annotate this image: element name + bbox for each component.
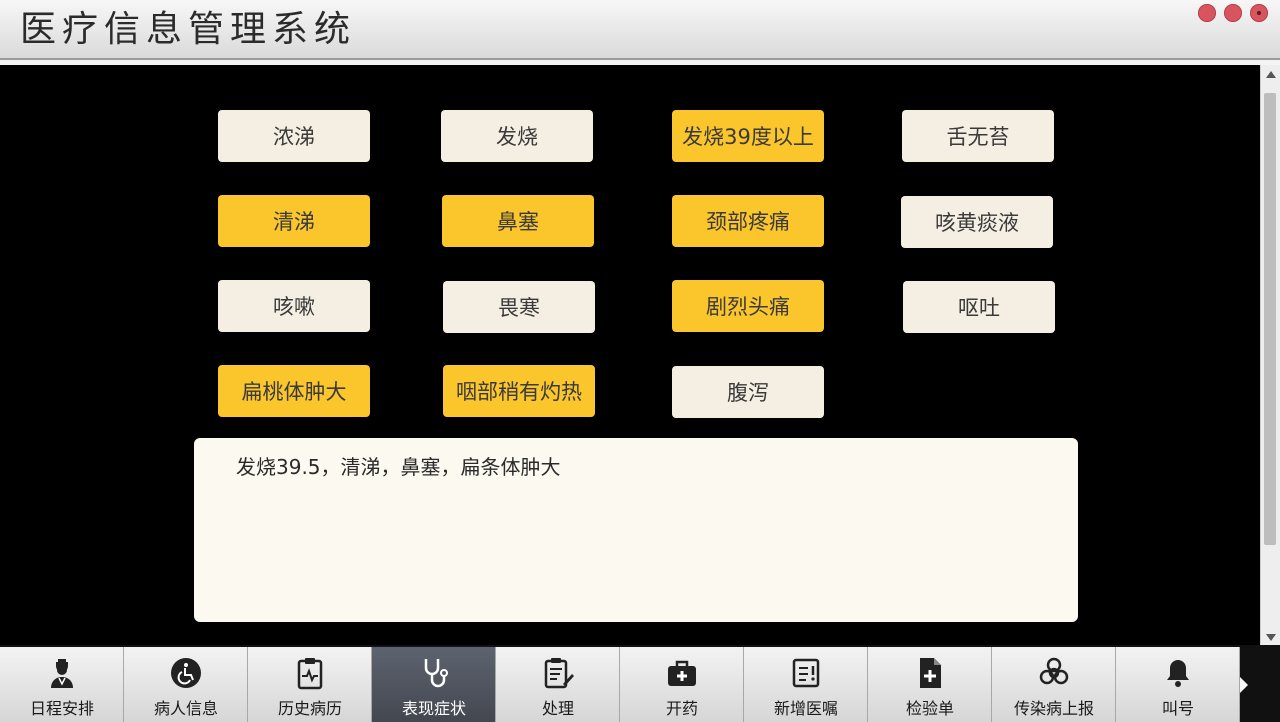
nav-tab-schedule[interactable]: 日程安排 — [0, 647, 132, 722]
scroll-down-icon[interactable] — [1266, 634, 1276, 641]
nav-tab-infectious-report[interactable]: 传染病上报 — [992, 647, 1116, 722]
symptom-button[interactable]: 咽部稍有灼热 — [443, 365, 595, 417]
nav-tab-label: 处理 — [541, 699, 574, 718]
scroll-up-icon[interactable] — [1266, 71, 1276, 78]
nav-tab-history[interactable]: 历史病历 — [248, 647, 372, 722]
maximize-button[interactable] — [1224, 4, 1242, 22]
nav-tab-symptoms[interactable]: 表现症状 — [372, 647, 504, 722]
minimize-button[interactable] — [1198, 4, 1216, 22]
nav-tab-patient-info[interactable]: 病人信息 — [124, 647, 248, 722]
symptom-button[interactable]: 呕吐 — [903, 281, 1055, 333]
doctor-icon — [0, 655, 124, 691]
symptom-button[interactable]: 浓涕 — [218, 110, 370, 162]
notes-alert-icon — [744, 655, 868, 691]
nav-tab-label: 开药 — [665, 699, 698, 718]
nav-tab-lab-report[interactable]: 检验单 — [868, 647, 992, 722]
symptom-button[interactable]: 发烧39度以上 — [672, 110, 824, 162]
wheelchair-icon — [124, 655, 248, 691]
nav-tab-label: 检验单 — [905, 699, 954, 718]
symptom-button[interactable]: 舌无苔 — [902, 110, 1054, 162]
nav-tab-label: 表现症状 — [401, 699, 466, 718]
nav-tab-treatment[interactable]: 处理 — [496, 647, 620, 722]
nav-tab-label: 病人信息 — [153, 699, 218, 718]
nav-tab-prescribe[interactable]: 开药 — [620, 647, 744, 722]
symptom-notes-textarea[interactable]: 发烧39.5，清涕，鼻塞，扁条体肿大 — [194, 438, 1078, 622]
edit-document-icon — [496, 655, 620, 691]
nav-tab-label: 传染病上报 — [1013, 699, 1094, 718]
nav-tab-label: 新增医嘱 — [773, 699, 838, 718]
symptom-button[interactable]: 畏寒 — [443, 281, 595, 333]
bottom-nav: 日程安排 病人信息 历史病历 表现症状 处理 开药 新增医嘱 检验单 传染病上报… — [0, 645, 1280, 722]
nav-tab-new-order[interactable]: 新增医嘱 — [744, 647, 868, 722]
nav-tab-label: 叫号 — [1161, 699, 1194, 718]
symptom-button[interactable]: 清涕 — [218, 195, 370, 247]
vertical-scrollbar[interactable] — [1260, 65, 1280, 645]
app-title: 医疗信息管理系统 — [20, 9, 357, 50]
medkit-icon — [620, 655, 744, 691]
clipboard-pulse-icon — [248, 655, 372, 691]
window-controls — [1198, 4, 1268, 22]
scroll-thumb[interactable] — [1264, 93, 1276, 545]
file-plus-icon — [868, 655, 992, 691]
notes-text: 发烧39.5，清涕，鼻塞，扁条体肿大 — [236, 455, 561, 479]
symptom-button[interactable]: 咳黄痰液 — [901, 196, 1053, 248]
symptom-button[interactable]: 颈部疼痛 — [672, 195, 824, 247]
title-bar: 医疗信息管理系统 — [0, 0, 1280, 60]
symptom-button[interactable]: 咳嗽 — [218, 280, 370, 332]
symptom-button[interactable]: 鼻塞 — [442, 195, 594, 247]
bell-icon — [1116, 655, 1240, 691]
close-button[interactable] — [1250, 4, 1268, 22]
symptom-button[interactable]: 发烧 — [441, 110, 593, 162]
biohazard-icon — [992, 655, 1116, 691]
nav-tab-call-number[interactable]: 叫号 — [1116, 647, 1248, 722]
symptom-button[interactable]: 扁桃体肿大 — [218, 365, 370, 417]
nav-tab-label: 日程安排 — [29, 699, 94, 718]
nav-tab-label: 历史病历 — [277, 699, 342, 718]
symptom-button[interactable]: 剧烈头痛 — [672, 280, 824, 332]
tab-arrow — [1240, 677, 1248, 693]
stethoscope-icon — [372, 655, 496, 691]
symptom-button[interactable]: 腹泻 — [672, 366, 824, 418]
